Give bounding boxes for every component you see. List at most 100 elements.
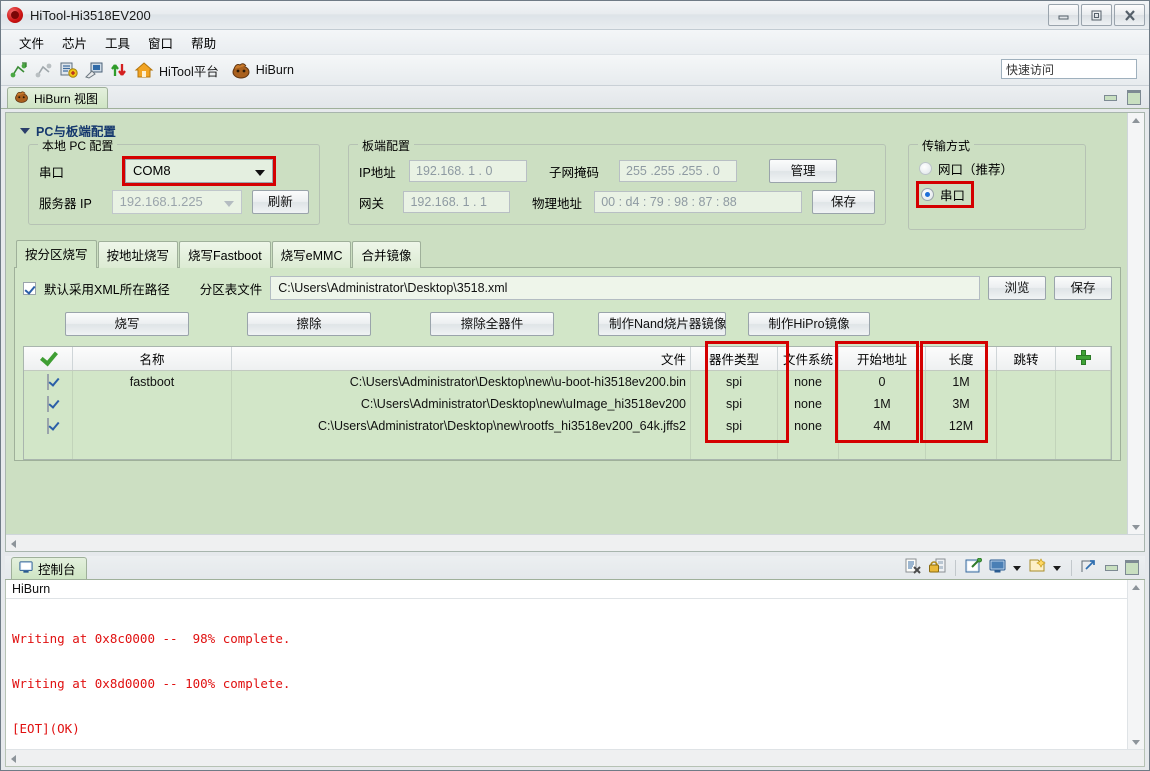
minimize-icon[interactable] xyxy=(1104,94,1117,101)
clear-console-icon[interactable] xyxy=(905,558,922,577)
burn-tool-icon[interactable] xyxy=(84,60,104,80)
row-filesystem[interactable]: none xyxy=(777,415,839,437)
tab-by-address[interactable]: 按地址烧写 xyxy=(97,241,179,268)
minimize-icon[interactable] xyxy=(1105,564,1118,571)
close-button[interactable] xyxy=(1114,4,1145,26)
display-selected-console-icon[interactable] xyxy=(989,558,1006,577)
scroll-down-arrow-icon[interactable] xyxy=(1132,525,1140,530)
row-checkbox[interactable] xyxy=(47,374,49,390)
partition-file-input[interactable]: C:\Users\Administrator\Desktop\3518.xml xyxy=(270,276,980,300)
row-file[interactable]: C:\Users\Administrator\Desktop\new\rootf… xyxy=(231,415,691,437)
row-device-type[interactable]: spi xyxy=(690,393,778,415)
table-row[interactable]: C:\Users\Administrator\Desktop\new\rootf… xyxy=(24,415,1111,437)
toolbar-hitool-platform-label[interactable]: HiTool平台 xyxy=(159,61,219,80)
row-length[interactable]: 1M xyxy=(925,370,997,393)
home-icon[interactable] xyxy=(134,60,154,80)
row-filesystem[interactable]: none xyxy=(777,393,839,415)
menu-item-window[interactable]: 窗口 xyxy=(139,31,182,54)
make-nand-image-button[interactable]: 制作Nand烧片器镜像 xyxy=(598,312,726,336)
row-jump[interactable] xyxy=(996,415,1056,437)
save-board-button[interactable]: 保存 xyxy=(812,190,875,214)
scroll-up-arrow-icon[interactable] xyxy=(1132,585,1140,590)
tab-burn-fastboot[interactable]: 烧写Fastboot xyxy=(179,241,271,268)
collapse-triangle-icon[interactable] xyxy=(20,127,30,134)
tab-by-partition[interactable]: 按分区烧写 xyxy=(16,240,97,268)
header-add-row[interactable] xyxy=(1055,347,1111,371)
editor-vertical-scrollbar[interactable] xyxy=(1127,113,1144,535)
row-name[interactable]: fastboot xyxy=(72,370,232,393)
editor-horizontal-scrollbar[interactable] xyxy=(6,534,1144,551)
connect-icon[interactable] xyxy=(9,60,29,80)
maximize-icon[interactable] xyxy=(1127,90,1141,105)
open-console-icon[interactable] xyxy=(1029,558,1046,577)
row-checkbox-cell[interactable] xyxy=(24,393,73,415)
netmask-field[interactable]: 255 .255 .255 . 0 xyxy=(619,160,737,182)
minimize-button[interactable] xyxy=(1048,4,1079,26)
tab-merge-image[interactable]: 合并镜像 xyxy=(352,241,421,268)
table-row[interactable]: C:\Users\Administrator\Desktop\new\uImag… xyxy=(24,393,1111,415)
tab-burn-emmc[interactable]: 烧写eMMC xyxy=(271,241,352,268)
menu-item-help[interactable]: 帮助 xyxy=(182,31,225,54)
row-start-address[interactable]: 0 xyxy=(838,370,926,393)
header-file[interactable]: 文件 xyxy=(231,347,691,371)
disconnect-icon[interactable] xyxy=(34,60,54,80)
row-jump[interactable] xyxy=(996,370,1056,393)
row-filesystem[interactable]: none xyxy=(777,370,839,393)
header-filesystem[interactable]: 文件系统 xyxy=(777,347,839,371)
menu-item-chip[interactable]: 芯片 xyxy=(53,31,96,54)
row-checkbox[interactable] xyxy=(47,418,49,434)
transfer-option-serial[interactable]: 串口 xyxy=(915,181,975,208)
transfer-arrows-icon[interactable] xyxy=(109,60,129,80)
row-checkbox-cell[interactable] xyxy=(24,370,73,393)
view-tab-hiburn[interactable]: HiBurn 视图 xyxy=(7,87,109,108)
row-start-address[interactable]: 1M xyxy=(838,393,926,415)
scroll-left-arrow-icon[interactable] xyxy=(11,755,16,763)
console-vertical-scrollbar[interactable] xyxy=(1127,580,1144,750)
scroll-left-arrow-icon[interactable] xyxy=(11,540,16,548)
hiburn-icon[interactable] xyxy=(231,60,251,80)
lock-scroll-icon[interactable] xyxy=(929,558,946,577)
row-jump[interactable] xyxy=(996,393,1056,415)
header-check-all[interactable] xyxy=(24,347,73,371)
row-length[interactable]: 3M xyxy=(925,393,997,415)
chip-config-icon[interactable] xyxy=(59,60,79,80)
quick-access-input[interactable]: 快速访问 xyxy=(1001,59,1137,79)
scroll-up-arrow-icon[interactable] xyxy=(1132,118,1140,123)
row-name[interactable] xyxy=(72,393,232,415)
use-xml-path-checkbox[interactable] xyxy=(23,281,36,295)
transfer-option-network[interactable]: 网口（推荐） xyxy=(919,159,1075,178)
erase-button[interactable]: 擦除 xyxy=(247,312,371,336)
console-output[interactable]: Writing at 0x8c0000 -- 98% complete. Wri… xyxy=(6,599,1127,766)
open-dropdown-icon[interactable] xyxy=(1053,561,1062,575)
header-length[interactable]: 长度 xyxy=(925,347,997,371)
manage-button[interactable]: 管理 xyxy=(769,159,837,183)
row-checkbox[interactable] xyxy=(47,396,49,412)
serial-port-combo[interactable]: COM8 xyxy=(122,156,276,186)
scroll-down-arrow-icon[interactable] xyxy=(1132,740,1140,745)
header-start-address[interactable]: 开始地址 xyxy=(838,347,926,371)
erase-all-button[interactable]: 擦除全器件 xyxy=(430,312,554,336)
display-dropdown-icon[interactable] xyxy=(1013,561,1022,575)
toolbar-hiburn-label[interactable]: HiBurn xyxy=(256,63,294,77)
header-jump[interactable]: 跳转 xyxy=(996,347,1056,371)
burn-button[interactable]: 烧写 xyxy=(65,312,189,336)
maximize-icon[interactable] xyxy=(1125,560,1139,575)
row-device-type[interactable]: spi xyxy=(690,415,778,437)
gateway-field[interactable]: 192.168. 1 . 1 xyxy=(403,191,510,213)
table-row[interactable]: fastboot C:\Users\Administrator\Desktop\… xyxy=(24,370,1111,393)
radio-network-icon[interactable] xyxy=(919,162,932,175)
menu-item-tools[interactable]: 工具 xyxy=(96,31,139,54)
console-horizontal-scrollbar[interactable] xyxy=(6,749,1144,766)
row-start-address[interactable]: 4M xyxy=(838,415,926,437)
save-partition-button[interactable]: 保存 xyxy=(1054,276,1112,300)
row-checkbox-cell[interactable] xyxy=(24,415,73,437)
row-file[interactable]: C:\Users\Administrator\Desktop\new\uImag… xyxy=(231,393,691,415)
browse-button[interactable]: 浏览 xyxy=(988,276,1046,300)
radio-serial-icon[interactable] xyxy=(921,188,934,201)
row-device-type[interactable]: spi xyxy=(690,370,778,393)
server-ip-combo[interactable]: 192.168.1.225 xyxy=(111,190,242,214)
maximize-restore-icon[interactable] xyxy=(1081,558,1098,577)
menu-item-file[interactable]: 文件 xyxy=(10,31,53,54)
make-hipro-image-button[interactable]: 制作HiPro镜像 xyxy=(748,312,870,336)
row-name[interactable] xyxy=(72,415,232,437)
